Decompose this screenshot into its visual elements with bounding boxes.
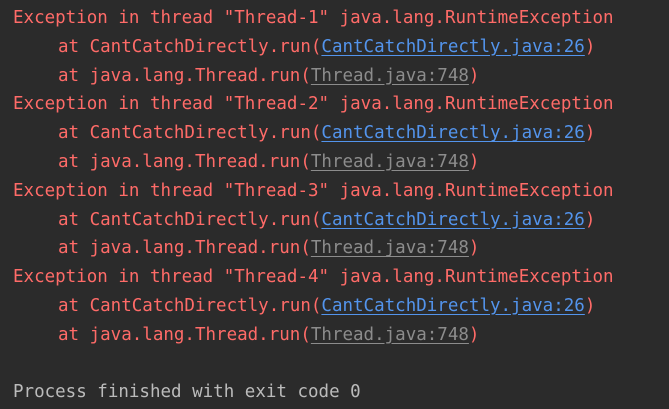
exception-line: Exception in thread "Thread-4" java.lang… <box>13 263 669 292</box>
exception-text: Exception in thread "Thread-4" java.lang… <box>13 267 614 288</box>
stack-frame-suffix: ) <box>584 123 596 144</box>
exception-text: Exception in thread "Thread-3" java.lang… <box>13 180 614 201</box>
stack-frame-suffix: ) <box>468 65 480 86</box>
exception-text: Exception in thread "Thread-1" java.lang… <box>13 8 614 28</box>
library-source-link[interactable]: Thread.java:748 <box>311 66 469 86</box>
stack-frame-prefix: at CantCatchDirectly.run( <box>58 123 322 144</box>
exception-text: Exception in thread "Thread-2" java.lang… <box>13 94 614 115</box>
stack-frame: at java.lang.Thread.run(Thread.java:748) <box>13 234 669 263</box>
console-output: Exception in thread "Thread-1" java.lang… <box>0 0 669 409</box>
stack-frame-suffix: ) <box>468 151 480 172</box>
stack-frame: at CantCatchDirectly.run(CantCatchDirect… <box>13 292 669 321</box>
stack-frame-suffix: ) <box>584 209 596 230</box>
source-link[interactable]: CantCatchDirectly.java:26 <box>321 37 584 57</box>
stack-frame: at CantCatchDirectly.run(CantCatchDirect… <box>13 33 669 62</box>
stack-frame: at java.lang.Thread.run(Thread.java:748) <box>13 62 669 91</box>
exception-line: Exception in thread "Thread-3" java.lang… <box>13 177 669 206</box>
stack-frame: at CantCatchDirectly.run(CantCatchDirect… <box>13 119 669 148</box>
stack-frame-suffix: ) <box>468 324 480 345</box>
stack-frame: at CantCatchDirectly.run(CantCatchDirect… <box>13 206 669 235</box>
stack-frame-suffix: ) <box>468 238 480 259</box>
stack-frame-suffix: ) <box>584 36 596 57</box>
exception-line: Exception in thread "Thread-2" java.lang… <box>13 90 669 119</box>
process-finished-message: Process finished with exit code 0 <box>13 382 361 403</box>
library-source-link[interactable]: Thread.java:748 <box>311 325 469 345</box>
stack-frame: at java.lang.Thread.run(Thread.java:748) <box>13 148 669 177</box>
stack-frame-prefix: at java.lang.Thread.run( <box>58 238 311 259</box>
library-source-link[interactable]: Thread.java:748 <box>311 152 469 172</box>
stack-frame-prefix: at CantCatchDirectly.run( <box>58 209 322 230</box>
library-source-link[interactable]: Thread.java:748 <box>311 238 469 258</box>
stack-frame-prefix: at java.lang.Thread.run( <box>58 151 311 172</box>
source-link[interactable]: CantCatchDirectly.java:26 <box>321 296 584 316</box>
source-link[interactable]: CantCatchDirectly.java:26 <box>321 123 584 143</box>
stack-frame-prefix: at java.lang.Thread.run( <box>58 324 311 345</box>
source-link[interactable]: CantCatchDirectly.java:26 <box>321 210 584 230</box>
stack-frame-suffix: ) <box>584 295 596 316</box>
exception-line: Exception in thread "Thread-1" java.lang… <box>13 4 669 33</box>
stack-frame-prefix: at CantCatchDirectly.run( <box>58 36 322 57</box>
stack-frame-prefix: at CantCatchDirectly.run( <box>58 295 322 316</box>
stack-frame: at java.lang.Thread.run(Thread.java:748) <box>13 321 669 350</box>
stack-frame-prefix: at java.lang.Thread.run( <box>58 65 311 86</box>
